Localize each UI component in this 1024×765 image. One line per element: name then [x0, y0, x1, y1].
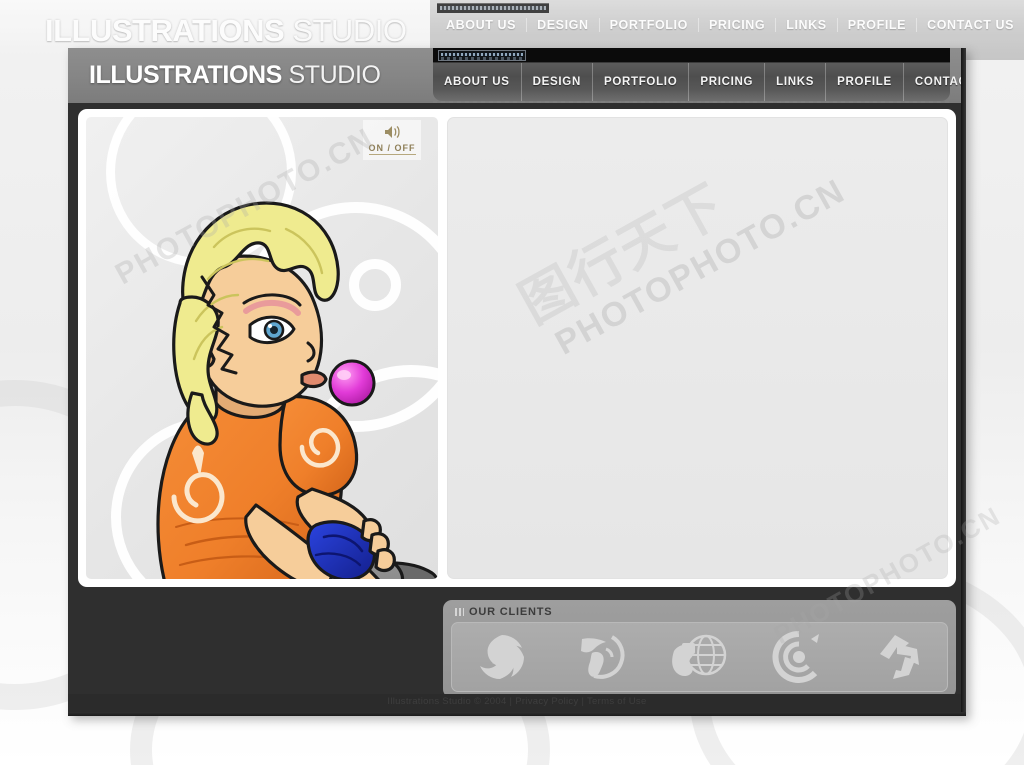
- recycle-arrows-logo: [879, 635, 919, 679]
- site-logo[interactable]: ILLUSTRATIONS STUDIO: [89, 61, 381, 90]
- sound-toggle-button[interactable]: ON / OFF: [363, 120, 421, 160]
- content-white-frame: ON / OFF PHOTOPHOTO.CN 图行天下: [78, 109, 956, 587]
- ghost-nav-item-profile: PROFILE: [838, 18, 918, 32]
- media-equalizer-bar: [441, 53, 523, 56]
- ghost-nav-item-links: LINKS: [776, 18, 838, 32]
- globe-americas-logo: [580, 635, 625, 679]
- page-right-bevel: [961, 48, 966, 716]
- nav-item-pricing[interactable]: PRICING: [689, 63, 766, 101]
- main-content-panel[interactable]: PHOTOPHOTO.CN 图行天下: [447, 117, 948, 579]
- site-content: ON / OFF PHOTOPHOTO.CN 图行天下 OUR CLIENTS: [68, 103, 966, 716]
- nav-item-contact-us[interactable]: CONTACT US: [904, 63, 966, 101]
- hand-holding-globe-logo: [671, 634, 726, 677]
- ghost-nav-item-design: DESIGN: [527, 18, 600, 32]
- our-clients-heading: OUR CLIENTS: [451, 606, 948, 618]
- nav-item-about-us[interactable]: ABOUT US: [433, 63, 522, 101]
- client-logo-globe-americas[interactable]: [565, 627, 637, 687]
- illustration-stage: ON / OFF: [86, 117, 438, 579]
- media-progress-bar: [441, 57, 523, 60]
- ghost-nav-item-pricing: PRICING: [699, 18, 777, 32]
- ghost-nav-item-about-us: ABOUT US: [436, 18, 528, 32]
- ghost-nav-item-portfolio: PORTFOLIO: [600, 18, 699, 32]
- bubble-gum: [328, 359, 376, 407]
- footer-text: Illustrations Studio © 2004 | Privacy Po…: [387, 696, 647, 707]
- lips: [300, 370, 328, 389]
- mini-media-player[interactable]: [438, 50, 526, 61]
- client-logo-rail: [451, 622, 948, 692]
- bubblegum-girl-illustration: [156, 201, 438, 579]
- client-logo-concentric-target[interactable]: [763, 627, 835, 687]
- screenshot-canvas: ILLUSTRATIONS STUDIO ABOUT US DESIGN POR…: [0, 0, 1024, 765]
- ghost-site-logo: ILLUSTRATIONS STUDIO: [45, 13, 407, 49]
- heading-pip-icon: [455, 608, 464, 616]
- logo-bold-text: ILLUSTRATIONS: [89, 61, 282, 89]
- sound-toggle-label: ON / OFF: [368, 143, 416, 155]
- nav-item-design[interactable]: DESIGN: [522, 63, 593, 101]
- client-logo-hand-globe[interactable]: [664, 627, 736, 687]
- nav-item-profile[interactable]: PROFILE: [826, 63, 904, 101]
- main-navigation[interactable]: ABOUT US DESIGN PORTFOLIO PRICING LINKS …: [433, 63, 966, 101]
- ghost-logo-light: STUDIO: [292, 13, 407, 48]
- tshirt-sleeve: [278, 394, 359, 497]
- nav-item-links[interactable]: LINKS: [765, 63, 827, 101]
- ghost-logo-bold: ILLUSTRATIONS: [45, 13, 285, 48]
- our-clients-label: OUR CLIENTS: [469, 606, 553, 618]
- concentric-target-logo: [772, 631, 819, 683]
- ghost-nav: ABOUT US DESIGN PORTFOLIO PRICING LINKS …: [436, 18, 1024, 32]
- website-page: ILLUSTRATIONS STUDIO ABOUT US DESIGN POR…: [68, 48, 966, 716]
- logo-light-text: STUDIO: [288, 61, 381, 89]
- our-clients-section: OUR CLIENTS: [443, 600, 956, 698]
- ghost-media-player: [437, 3, 549, 13]
- ghost-nav-item-contact-us: CONTACT US: [927, 18, 1015, 32]
- speaker-icon: [384, 125, 401, 142]
- main-content-body: [448, 118, 947, 578]
- client-logo-spiral-shutter[interactable]: [466, 627, 538, 687]
- site-header: ILLUSTRATIONS STUDIO ABOUT US DESIGN POR…: [68, 48, 966, 105]
- page-bottom-bevel: [68, 712, 966, 716]
- spiral-shutter-logo: [479, 635, 524, 679]
- media-strip: [433, 48, 950, 63]
- client-logo-recycle-arrows[interactable]: [862, 627, 934, 687]
- nav-item-portfolio[interactable]: PORTFOLIO: [593, 63, 690, 101]
